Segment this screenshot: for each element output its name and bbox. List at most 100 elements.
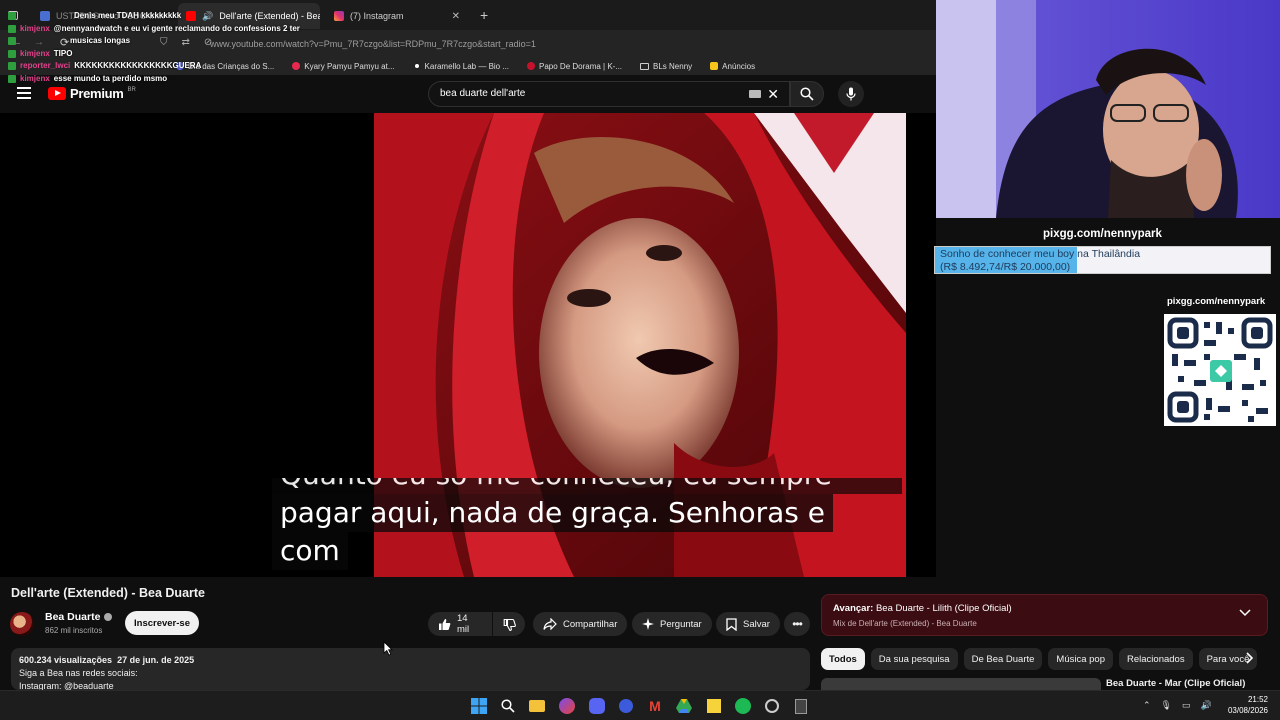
app-blue-icon[interactable]	[617, 697, 635, 715]
bookmark-label: BLs Nenny	[653, 61, 693, 71]
chip-from-search[interactable]: Da sua pesquisa	[870, 648, 958, 670]
chat-message: musicas longas	[8, 35, 308, 48]
tab-instagram[interactable]: (7) Instagram ✕	[326, 3, 468, 29]
sticky-notes-icon[interactable]	[705, 697, 723, 715]
youtube-premium-logo[interactable]: Premium BR	[48, 86, 136, 101]
channel-name[interactable]: Bea Duarte	[45, 611, 113, 623]
new-tab-button[interactable]: +	[480, 7, 488, 23]
voice-search-button[interactable]	[838, 81, 864, 107]
up-next-panel[interactable]: Avançar: Bea Duarte - Lilith (Clipe Ofic…	[821, 594, 1268, 636]
menu-icon[interactable]	[17, 87, 31, 99]
chevron-right-icon[interactable]	[1246, 652, 1254, 664]
video-captions: Quanto eu só me conheceu, eu sempre faço…	[272, 478, 902, 570]
ask-button[interactable]: Perguntar	[632, 612, 712, 636]
bookmark-icon	[726, 617, 737, 631]
system-clock[interactable]: 21:52 03/08/2026	[1228, 694, 1268, 716]
windows-taskbar: M ⌃ 🎙 ▭ 🔊 21:52 03/08/2026	[0, 690, 1280, 720]
bookmark-item[interactable]: Papo De Dorama | K-...	[527, 62, 622, 71]
video-description[interactable]: 600.234 visualizações 27 de jun. de 2025…	[11, 648, 810, 690]
system-tray: ⌃ 🎙 ▭ 🔊	[1143, 700, 1212, 711]
dislike-button[interactable]	[493, 612, 525, 636]
bookmark-label: Kyary Pamyu Pamyu at...	[304, 61, 395, 71]
close-tab-icon[interactable]: ✕	[452, 11, 460, 22]
chat-text: esse mundo ta perdido msmo	[53, 73, 168, 83]
keyboard-icon[interactable]	[749, 90, 761, 98]
search-icon	[800, 87, 814, 101]
settings-icon[interactable]	[763, 697, 781, 715]
chat-message: kimjenx TIPO	[8, 48, 308, 61]
chat-text: musicas longas	[70, 36, 131, 45]
goal-text: Sonho de conhecer meu boy na Thailândia …	[940, 248, 1141, 273]
bookmark-label: Papo De Dorama | K-...	[539, 61, 623, 71]
browser-icon[interactable]	[558, 697, 576, 715]
volume-icon[interactable]: 🔊	[1201, 700, 1212, 711]
chat-message: reporter_lwci KKKKKKKKKKKKKKKKKGUERA	[8, 60, 308, 73]
network-icon[interactable]: ▭	[1182, 700, 1191, 711]
qr-code	[1164, 314, 1276, 426]
thumbs-down-icon	[503, 618, 516, 631]
up-next-video: Bea Duarte - Lilith (Clipe Oficial)	[875, 603, 1012, 614]
like-button[interactable]: 14 mil	[428, 612, 492, 636]
chip-pop-music[interactable]: Música pop	[1048, 648, 1114, 670]
bookmark-folder[interactable]: BLs Nenny	[640, 62, 692, 71]
sparkle-icon	[642, 618, 654, 630]
video-title: Dell'arte (Extended) - Bea Duarte	[11, 586, 205, 600]
save-button[interactable]: Salvar	[716, 612, 780, 636]
screen: USTADOS mod TUDO Imn 🔊 Dell'arte (Extend…	[0, 0, 1280, 720]
chat-message: Denis meu TDAH kkkkkkkkk	[8, 10, 308, 23]
filter-chips: Todos Da sua pesquisa De Bea Duarte Músi…	[821, 648, 1261, 670]
clock-time: 21:52	[1247, 695, 1268, 704]
badge-icon	[8, 37, 16, 45]
thumbs-up-icon	[439, 618, 451, 630]
goal-title: Sonho de conhecer meu boy na Thailândia	[940, 248, 1141, 260]
chevron-down-icon[interactable]	[1239, 609, 1251, 617]
description-meta: 600.234 visualizações 27 de jun. de 2025	[19, 654, 802, 667]
caption-text: Quanto eu só me conheceu, eu sempre faço	[272, 478, 902, 494]
qr-code-image	[1164, 314, 1276, 426]
discord-icon[interactable]	[588, 697, 606, 715]
spotify-icon[interactable]	[734, 697, 752, 715]
badge-icon	[8, 62, 16, 70]
recommended-title[interactable]: Bea Duarte - Mar (Clipe Oficial)	[1106, 678, 1245, 689]
chat-text: @nennyandwatch e eu vi gente reclamando …	[53, 23, 300, 33]
webcam-image	[936, 0, 1280, 218]
share-icon	[543, 618, 557, 630]
share-button[interactable]: Compartilhar	[533, 612, 628, 636]
clock-date: 03/08/2026	[1227, 706, 1268, 715]
caption-line: com	[272, 532, 902, 570]
gmail-icon[interactable]: M	[646, 697, 664, 715]
google-drive-icon[interactable]	[675, 697, 693, 715]
subscriber-count: 862 mil inscritos	[45, 626, 103, 635]
chip-related[interactable]: Relacionados	[1119, 648, 1193, 670]
microphone-icon	[846, 87, 856, 101]
description-line: Instagram: @beaduarte	[19, 681, 114, 690]
microphone-tray-icon[interactable]: 🎙	[1161, 700, 1172, 711]
circle-logo-icon	[412, 62, 421, 70]
clear-search-icon[interactable]: ✕	[767, 82, 779, 106]
subscribe-button[interactable]: Inscrever-se	[125, 611, 199, 635]
chat-text: KKKKKKKKKKKKKKKKKGUERA	[74, 61, 202, 70]
up-next-subtitle: Mix de Dell'arte (Extended) - Bea Duarte	[833, 619, 977, 628]
up-next-prefix: Avançar:	[833, 603, 874, 614]
chip-from-channel[interactable]: De Bea Duarte	[963, 648, 1043, 670]
bookmark-item[interactable]: Karamello Lab — Bio ...	[412, 62, 509, 71]
logo-text: Premium	[70, 86, 124, 101]
file-explorer-icon[interactable]	[528, 697, 546, 715]
taskbar-search-icon[interactable]	[499, 697, 517, 715]
recommended-thumbnail[interactable]	[821, 678, 1101, 690]
youtube-play-icon	[48, 87, 66, 100]
bookmark-item[interactable]: Anúncios	[710, 62, 755, 71]
calculator-icon[interactable]	[792, 697, 810, 715]
search-button[interactable]	[790, 81, 824, 107]
webcam-feed	[936, 0, 1280, 218]
channel-avatar[interactable]	[10, 612, 34, 636]
chat-user: kimjenx	[20, 73, 50, 83]
ask-label: Perguntar	[660, 618, 702, 630]
windows-start-icon[interactable]	[470, 697, 488, 715]
badge-icon	[8, 74, 16, 83]
search-input[interactable]: bea duarte dell'arte ✕	[428, 81, 790, 107]
chip-all[interactable]: Todos	[821, 648, 865, 670]
more-actions-button[interactable]: •••	[784, 612, 810, 636]
caption-line: pagar aqui, nada de graça. Senhoras e	[272, 494, 902, 532]
tray-expand-icon[interactable]: ⌃	[1143, 700, 1151, 711]
